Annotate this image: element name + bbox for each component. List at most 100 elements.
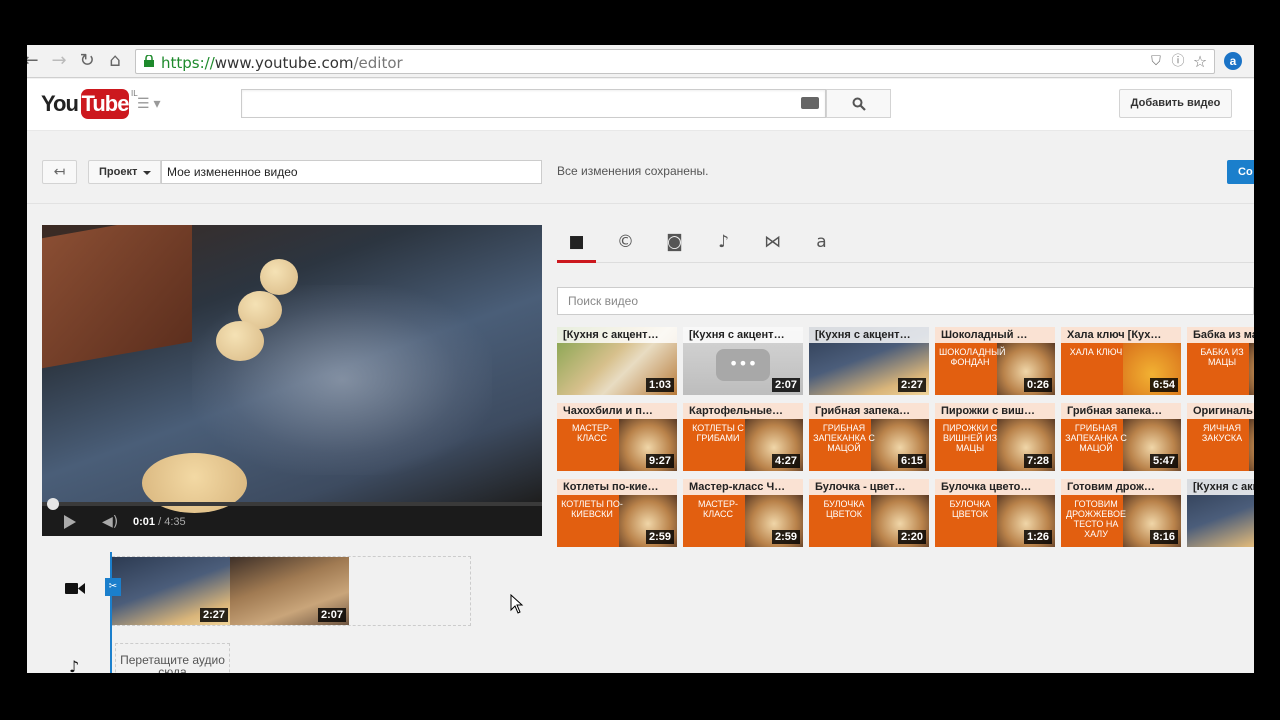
star-icon[interactable]: ☆ [1192,54,1208,70]
upload-button[interactable]: Добавить видео [1119,89,1232,118]
back-button[interactable]: ↤ [42,160,77,184]
back-arrow-icon[interactable]: ← [27,51,41,71]
progress-handle[interactable] [47,498,59,510]
thumbnail-caption: готовим дрожжевое тесто на халу [1065,499,1127,539]
time-readout: 0:01 / 4:35 [133,516,186,528]
search-icon [852,97,866,111]
search-button[interactable] [826,89,891,118]
clip-duration: 2:27 [199,608,228,622]
scissors-icon[interactable]: ✂ [105,578,121,596]
thumbnail-caption: мастер-класс [571,423,612,443]
video-thumbnail[interactable]: яичная закуска Оригиналь… [1187,403,1254,471]
video-duration: 4:27 [771,454,800,468]
video-thumbnail[interactable]: [Кухня с акц… [1187,479,1254,547]
video-duration: 2:07 [771,378,800,392]
video-thumbnail[interactable]: грибная запеканка с мацой Грибная запека…… [809,403,929,471]
video-duration: 7:28 [1023,454,1052,468]
video-thumbnail[interactable]: готовим дрожжевое тесто на халу Готовим д… [1061,479,1181,547]
tab-video-camera-icon[interactable]: ■ [557,225,596,263]
extension-icon[interactable]: a [1224,52,1242,70]
mouse-cursor [510,594,524,614]
video-thumbnail[interactable]: пирожки с вишней из мацы Пирожки с виш… 7:… [935,403,1055,471]
volume-icon[interactable]: ◀) [102,515,118,529]
tab-camera-icon[interactable]: ◙ [655,225,694,263]
audio-drop-zone[interactable]: Перетащите аудио сюда [115,643,230,673]
shield-icon[interactable]: ⛉ [1148,54,1164,70]
tab-music-icon[interactable]: ♪ [704,225,743,263]
video-frame[interactable] [42,225,542,513]
project-menu-label: Проект [99,166,138,178]
tab-cc-icon[interactable]: © [606,225,645,263]
home-icon[interactable]: ⌂ [105,51,125,71]
address-bar[interactable]: https://www.youtube.com/editor ⛉ ⓘ ☆ [135,49,1215,74]
video-thumbnail[interactable]: булочка цветок Булочка - цвет… 2:20 [809,479,929,547]
video-player[interactable]: ◀) 0:01 / 4:35 [42,225,542,536]
video-title: [Кухня с акцент… [683,327,803,343]
video-thumbnail[interactable]: мастер-класс Мастер-класс Ч… 2:59 [683,479,803,547]
video-camera-icon [65,583,85,594]
clip-duration: 2:07 [317,608,346,622]
video-thumbnail[interactable]: котлеты с грибами Картофельные… 4:27 [683,403,803,471]
video-title: Оригиналь… [1187,403,1254,419]
frame-dough [216,321,264,361]
video-duration: 2:59 [645,530,674,544]
guide-menu-icon[interactable]: ☰ ▾ [137,95,160,112]
thumbnail-caption: котлеты по-киевски [561,499,623,519]
divider [27,203,1254,204]
video-thumbnail[interactable]: [Кухня с акцент… 2:27 [809,327,929,395]
thumbnail-caption: булочка цветок [823,499,865,519]
video-thumbnail[interactable]: хала ключ Хала ключ [Кух… 6:54 [1061,327,1181,395]
frame-dough [260,259,298,295]
video-title: Грибная запека… [1061,403,1181,419]
video-title: Чахохбили и п… [557,403,677,419]
lock-icon [144,55,154,67]
play-icon[interactable] [64,515,76,529]
thumbnail-caption: пирожки с вишней из мацы [942,423,998,453]
search-input[interactable] [241,89,826,118]
youtube-header: You Tube IL ☰ ▾ Добавить видео [27,79,1254,131]
logo-you: You [41,91,79,116]
thumbnail-caption: мастер-класс [697,499,738,519]
info-icon[interactable]: ⓘ [1170,54,1186,70]
video-thumbnail[interactable]: [Кухня с акцент… 1:03 [557,327,677,395]
keyboard-icon[interactable] [801,97,819,109]
video-thumbnail[interactable]: булочка цветок Булочка цвето… 1:26 [935,479,1055,547]
video-thumbnail[interactable]: котлеты по-киевски Котлеты по-кие… 2:59 [557,479,677,547]
video-duration: 1:26 [1023,530,1052,544]
reload-icon[interactable]: ↻ [77,51,97,71]
processing-icon: ••• [716,349,770,381]
video-title: Булочка цвето… [935,479,1055,495]
video-title: [Кухня с акцент… [557,327,677,343]
timeline-clip[interactable]: 2:27 [112,557,231,625]
progress-bar[interactable] [42,502,542,506]
browser-toolbar: ← → ↻ ⌂ https://www.youtube.com/editor ⛉… [27,45,1254,78]
project-title-input[interactable]: Мое измененное видео [161,160,542,184]
tab-transition-icon[interactable]: ⋈ [753,225,792,263]
video-duration: 2:27 [897,378,926,392]
forward-arrow-icon[interactable]: → [49,51,69,71]
video-search-input[interactable]: Поиск видео [557,287,1254,315]
video-thumbnail[interactable]: грибная запеканка с мацой Грибная запека…… [1061,403,1181,471]
video-title: Шоколадный … [935,327,1055,343]
video-title: Котлеты по-кие… [557,479,677,495]
video-duration: 8:16 [1149,530,1178,544]
project-menu-button[interactable]: Проект [88,160,161,184]
playhead[interactable] [110,552,112,673]
thumbnail-caption: грибная запеканка с мацой [1065,423,1127,453]
timeline-clip[interactable]: 2:07 [230,557,349,625]
video-title: Готовим дрож… [1061,479,1181,495]
video-duration: 0:26 [1023,378,1052,392]
frame-flour [192,285,492,475]
video-grid: [Кухня с акцент… 1:03 ••• [Кухня с акцент… 2… [557,327,1254,557]
thumbnail-caption: яичная закуска [1201,423,1243,443]
video-thumbnail[interactable]: мастер-класс Чахохбили и п… 9:27 [557,403,677,471]
video-thumbnail[interactable]: ••• [Кухня с акцент… 2:07 [683,327,803,395]
video-thumbnail[interactable]: шоколадный фондан Шоколадный … 0:26 [935,327,1055,395]
video-duration: 6:15 [897,454,926,468]
video-duration: 1:03 [645,378,674,392]
video-thumbnail[interactable]: бабка из мацы Бабка из ма… [1187,327,1254,395]
video-duration: 9:27 [645,454,674,468]
tab-text-icon[interactable]: a [802,225,841,263]
publish-button[interactable]: Со [1227,160,1254,184]
url-text: https://www.youtube.com/editor [161,54,403,72]
